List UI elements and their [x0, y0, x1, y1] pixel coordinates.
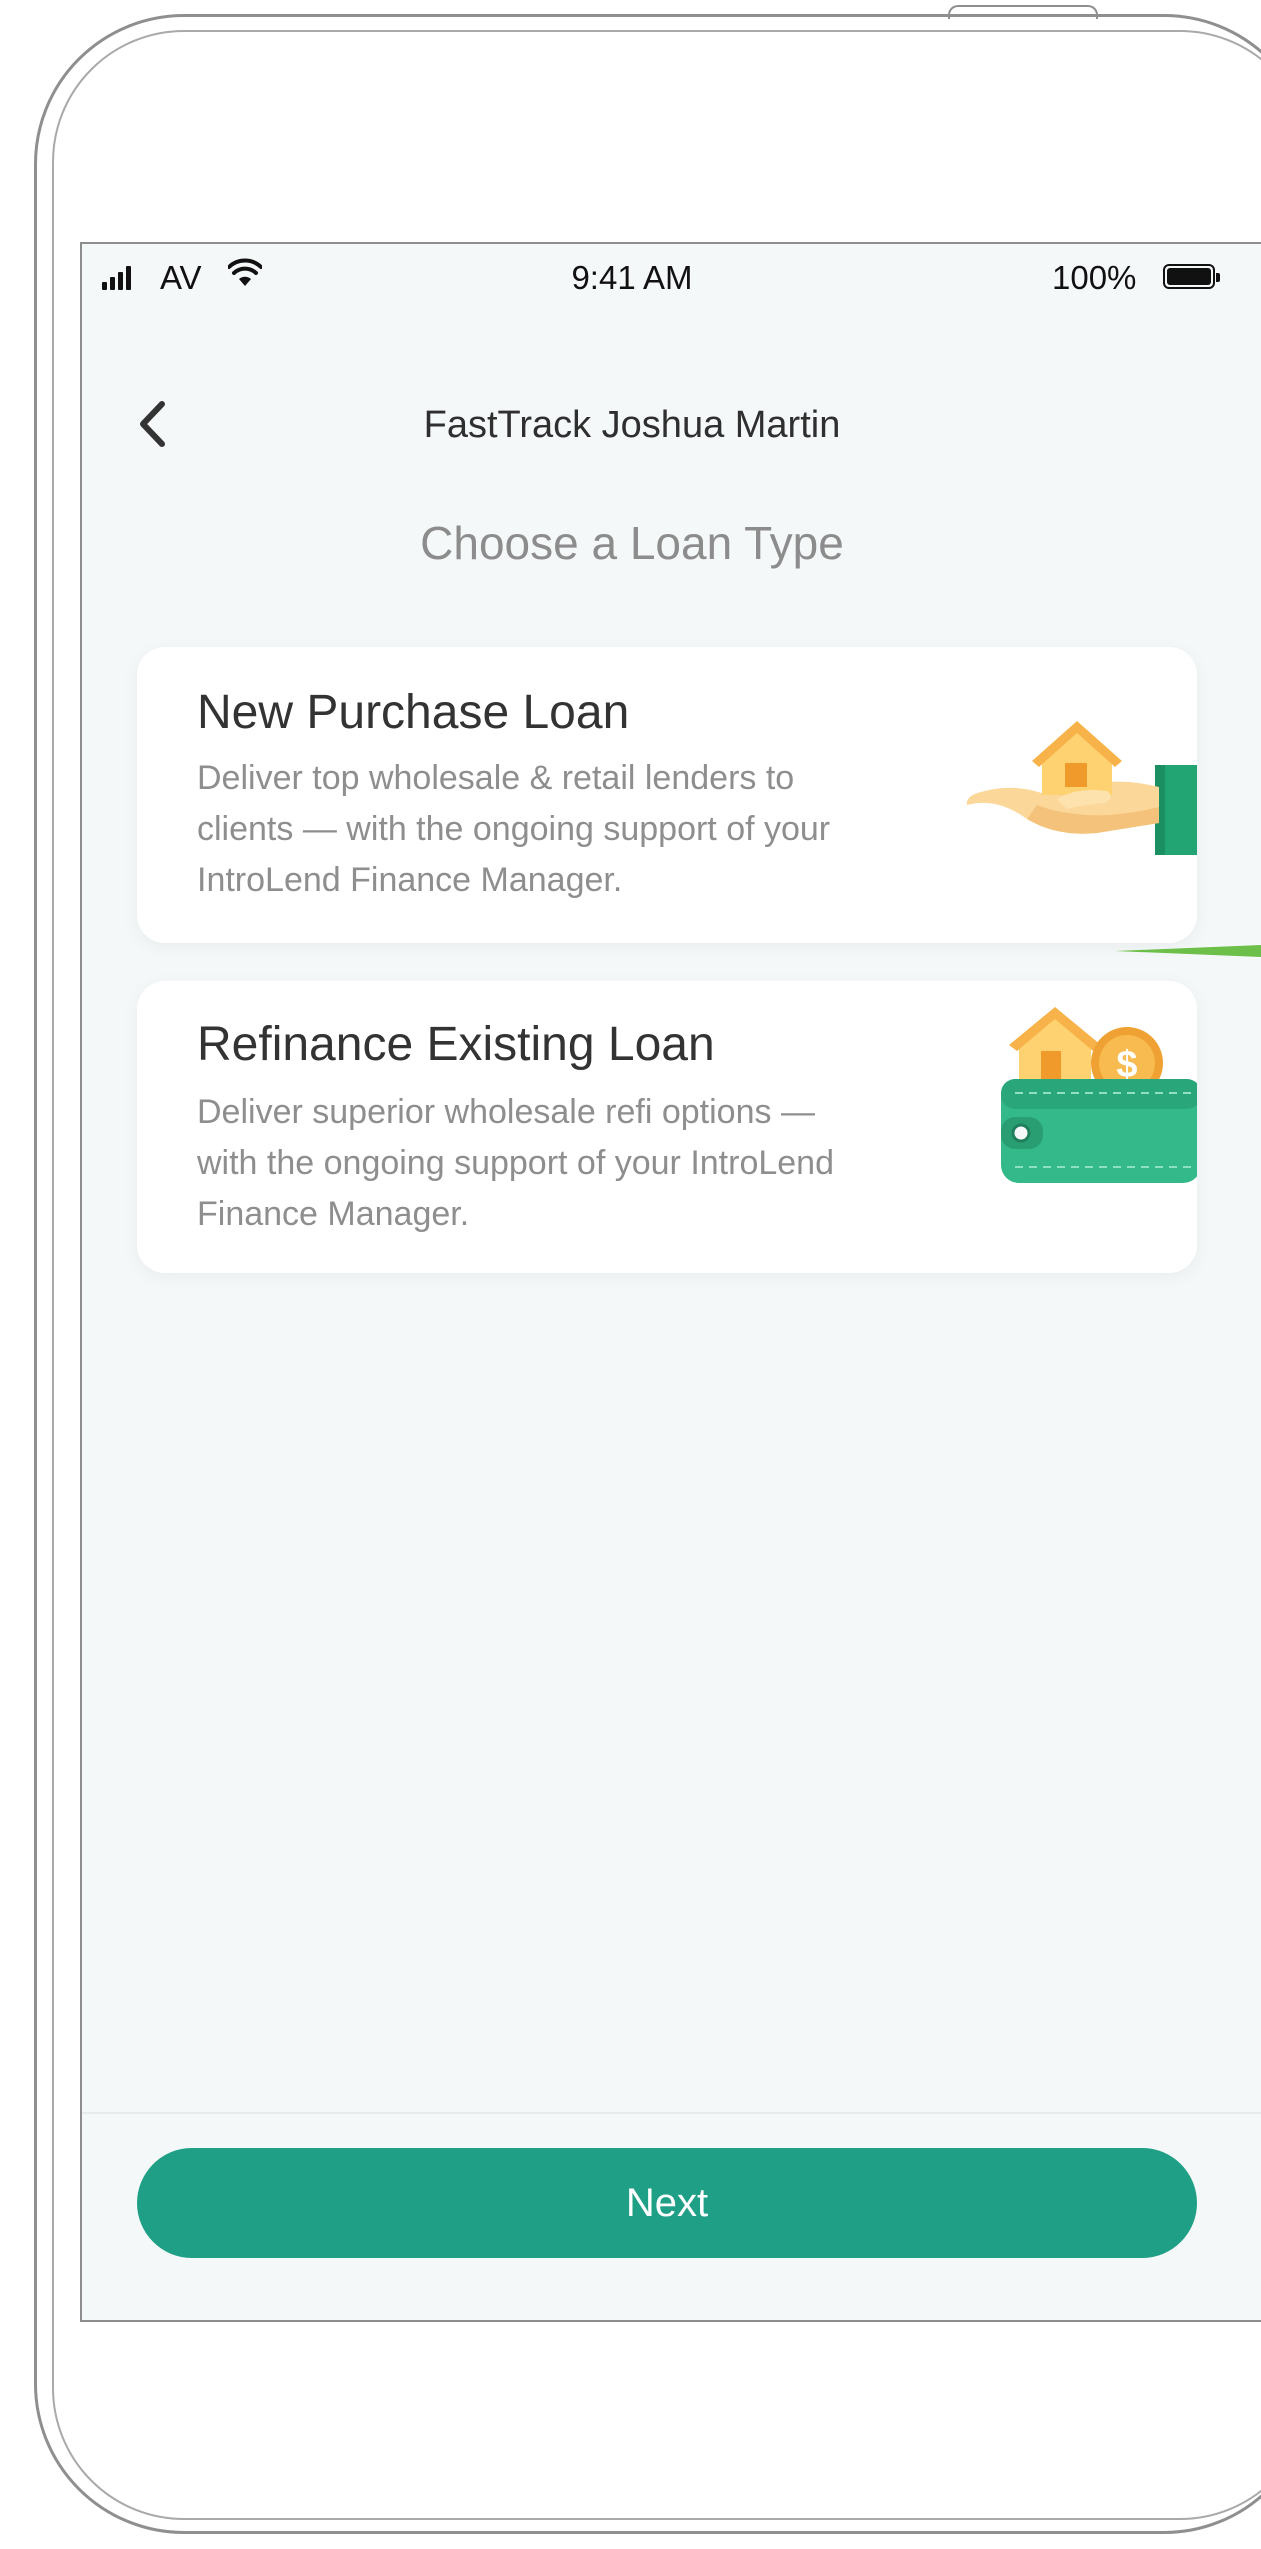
card-title: New Purchase Loan — [197, 686, 630, 739]
nav-title: FastTrack Joshua Martin — [423, 404, 841, 446]
status-time: 9:41 AM — [571, 259, 693, 296]
loan-type-card-new-purchase[interactable]: New Purchase Loan Deliver top wholesale … — [137, 647, 1197, 943]
next-button[interactable]: Next — [137, 2148, 1197, 2258]
card-title: Refinance Existing Loan — [197, 1018, 715, 1071]
battery-percentage: 100% — [1052, 259, 1137, 296]
status-bar: AV 9:41 AM 100% — [82, 244, 1261, 314]
navigation-bar: FastTrack Joshua Martin — [82, 384, 1261, 464]
card-description: Deliver top wholesale & retail lenders t… — [197, 759, 831, 899]
footer-divider — [82, 2112, 1261, 2114]
card-description: Deliver superior wholesale refi options … — [197, 1093, 834, 1233]
loan-type-card-refinance[interactable]: Refinance Existing Loan Deliver superior… — [137, 981, 1197, 1273]
page-subtitle: Choose a Loan Type — [420, 517, 844, 569]
wallet-house-coin-icon: $ — [1001, 1007, 1197, 1183]
battery-icon — [1163, 264, 1220, 289]
app-screen: AV 9:41 AM 100% FastTrack Joshua Martin … — [80, 242, 1261, 2322]
annotation-arrow — [1115, 945, 1261, 957]
house-in-hand-icon — [966, 721, 1197, 855]
